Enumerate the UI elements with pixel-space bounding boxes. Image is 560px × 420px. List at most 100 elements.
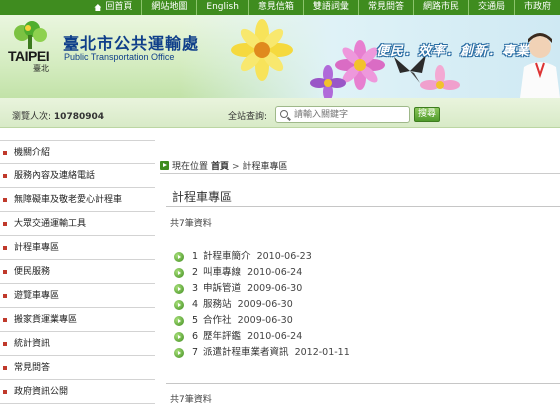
- visitor-count: 10780904: [53, 112, 105, 122]
- sidebar-item-label: 便民服務: [14, 267, 51, 277]
- bullet-icon: [3, 318, 7, 322]
- item-title-link[interactable]: 派遣計程車業者資訊: [203, 347, 289, 358]
- article-list: 1 計程車簡介 2010-06-23 2 叫車專線 2010-06-24 3 申訴管道 20…: [174, 249, 554, 361]
- sidebar-item-label: 無障礙車及敬老愛心計程車: [14, 195, 123, 205]
- record-count-top: 共7筆資料: [170, 219, 212, 229]
- staff-photo-icon: [520, 33, 560, 98]
- sidebar-item-label: 大眾交通運輸工具: [14, 219, 87, 229]
- header-banner: TAIPEI 臺北 臺北市公共運輸處 Public Transportation…: [0, 15, 560, 98]
- slogan: 便民．效率．創新．專業: [376, 44, 531, 59]
- nav-english[interactable]: English: [196, 0, 248, 15]
- search-field[interactable]: [275, 106, 410, 123]
- logo-subtitle: 臺北: [33, 64, 49, 73]
- list-item[interactable]: 7 派遣計程車業者資訊 2012-01-11: [174, 345, 554, 361]
- item-title-link[interactable]: 服務站: [203, 299, 232, 310]
- sidebar-item-label: 常見問答: [14, 363, 51, 373]
- bullet-icon: [3, 294, 7, 298]
- utility-bar: 瀏覽人次: 10780904 全站查詢: 搜尋: [0, 98, 560, 128]
- bullet-icon: [3, 174, 7, 178]
- search-icon: [280, 110, 288, 118]
- arrow-bullet-icon: [174, 284, 184, 294]
- bullet-icon: [3, 366, 7, 370]
- bullet-icon: [3, 246, 7, 250]
- logo-wordmark: TAIPEI: [8, 48, 50, 64]
- arrow-bullet-icon: [174, 268, 184, 278]
- item-title-link[interactable]: 合作社: [203, 315, 232, 326]
- top-navigation: 回首頁 網站地圖 English 意見信箱 雙語詞彙 常見問答 網路市民 交通局…: [0, 0, 560, 15]
- search-input[interactable]: [294, 109, 406, 121]
- arrow-bullet-icon: [174, 316, 184, 326]
- list-item[interactable]: 2 叫車專線 2010-06-24: [174, 265, 554, 281]
- arrow-bullet-icon: [174, 300, 184, 310]
- item-title-link[interactable]: 叫車專線: [203, 267, 241, 278]
- item-date: 2010-06-23: [256, 251, 312, 262]
- sidebar-item-citizen-services[interactable]: 便民服務: [0, 260, 155, 284]
- list-item[interactable]: 1 計程車簡介 2010-06-23: [174, 249, 554, 265]
- item-date: 2009-06-30: [247, 283, 303, 294]
- arrow-right-icon: [160, 161, 169, 170]
- item-number: 5: [192, 315, 199, 326]
- list-item[interactable]: 5 合作社 2009-06-30: [174, 313, 554, 329]
- sidebar-item-services-contacts[interactable]: 服務內容及連絡電話: [0, 164, 155, 188]
- org-name-chinese: 臺北市公共運輸處: [63, 34, 200, 53]
- nav-transport-department[interactable]: 交通局: [467, 0, 514, 15]
- item-date: 2010-06-24: [247, 267, 303, 278]
- sidebar-item-label: 機關介紹: [14, 148, 51, 158]
- sidebar-item-accessible-taxi[interactable]: 無障礙車及敬老愛心計程車: [0, 188, 155, 212]
- breadcrumb: 現在位置 首頁 > 計程車專區: [160, 159, 287, 172]
- arrow-bullet-icon: [174, 332, 184, 342]
- nav-home[interactable]: 回首頁: [91, 0, 141, 15]
- sidebar-item-open-government[interactable]: 政府資訊公開: [0, 380, 155, 404]
- list-item[interactable]: 6 歷年評鑑 2010-06-24: [174, 329, 554, 345]
- item-number: 3: [192, 283, 199, 294]
- item-title-link[interactable]: 計程車簡介: [203, 251, 251, 262]
- nav-bilingual-glossary[interactable]: 雙語詞彙: [302, 0, 358, 15]
- sidebar-item-statistics[interactable]: 統計資訊: [0, 332, 155, 356]
- bullet-icon: [3, 270, 7, 274]
- sidebar-item-label: 服務內容及連絡電話: [14, 171, 96, 181]
- sidebar-item-faq[interactable]: 常見問答: [0, 356, 155, 380]
- breadcrumb-separator: >: [232, 162, 240, 172]
- search-button[interactable]: 搜尋: [414, 107, 440, 122]
- nav-faq[interactable]: 常見問答: [357, 0, 413, 15]
- nav-feedback-mailbox[interactable]: 意見信箱: [247, 0, 303, 15]
- item-number: 6: [192, 331, 199, 342]
- bullet-icon: [3, 342, 7, 346]
- sidebar-item-label: 搬家貨運業專區: [14, 315, 78, 325]
- sidebar-item-public-transport[interactable]: 大眾交通運輸工具: [0, 212, 155, 236]
- sidebar-item-label: 政府資訊公開: [14, 387, 69, 397]
- sidebar-item-moving-freight[interactable]: 搬家貨運業專區: [0, 308, 155, 332]
- item-number: 4: [192, 299, 199, 310]
- item-date: 2009-06-30: [237, 315, 293, 326]
- breadcrumb-current: 計程車專區: [242, 162, 288, 172]
- nav-sitemap[interactable]: 網站地圖: [141, 0, 196, 15]
- item-number: 2: [192, 267, 199, 278]
- item-title-link[interactable]: 申訴管道: [203, 283, 241, 294]
- page-title: 計程車專區: [172, 190, 233, 204]
- bullet-icon: [3, 151, 7, 155]
- visitor-label: 瀏覽人次:: [12, 112, 52, 122]
- breadcrumb-prefix: 現在位置: [172, 162, 209, 172]
- sidebar-item-label: 遊覽車專區: [14, 291, 60, 301]
- nav-e-citizen[interactable]: 網路市民: [412, 0, 468, 15]
- item-title-link[interactable]: 歷年評鑑: [203, 331, 241, 342]
- sidebar-item-about[interactable]: 機關介紹: [0, 140, 155, 164]
- nav-city-government[interactable]: 市政府: [513, 0, 560, 15]
- list-item[interactable]: 3 申訴管道 2009-06-30: [174, 281, 554, 297]
- sidebar-item-tour-bus[interactable]: 遊覽車專區: [0, 284, 155, 308]
- arrow-bullet-icon: [174, 252, 184, 262]
- breadcrumb-home-link[interactable]: 首頁: [211, 162, 229, 172]
- sidebar-item-taxi-zone[interactable]: 計程車專區: [0, 236, 155, 260]
- bullet-icon: [3, 390, 7, 394]
- title-divider: [166, 206, 560, 207]
- item-number: 1: [192, 251, 199, 262]
- org-name-english: Public Transportation Office: [64, 52, 175, 62]
- sidebar-menu: 機關介紹 服務內容及連絡電話 無障礙車及敬老愛心計程車 大眾交通運輸工具 計程車…: [0, 140, 155, 404]
- search-label: 全站查詢:: [228, 112, 268, 122]
- list-bottom-divider: [166, 383, 560, 384]
- sidebar-item-label: 計程車專區: [14, 243, 60, 253]
- main-content: 現在位置 首頁 > 計程車專區 計程車專區 共7筆資料 1 計程車簡介 2010-06-…: [160, 128, 560, 420]
- sidebar-item-label: 統計資訊: [14, 339, 51, 349]
- list-item[interactable]: 4 服務站 2009-06-30: [174, 297, 554, 313]
- visitor-counter: 瀏覽人次: 10780904: [12, 109, 104, 122]
